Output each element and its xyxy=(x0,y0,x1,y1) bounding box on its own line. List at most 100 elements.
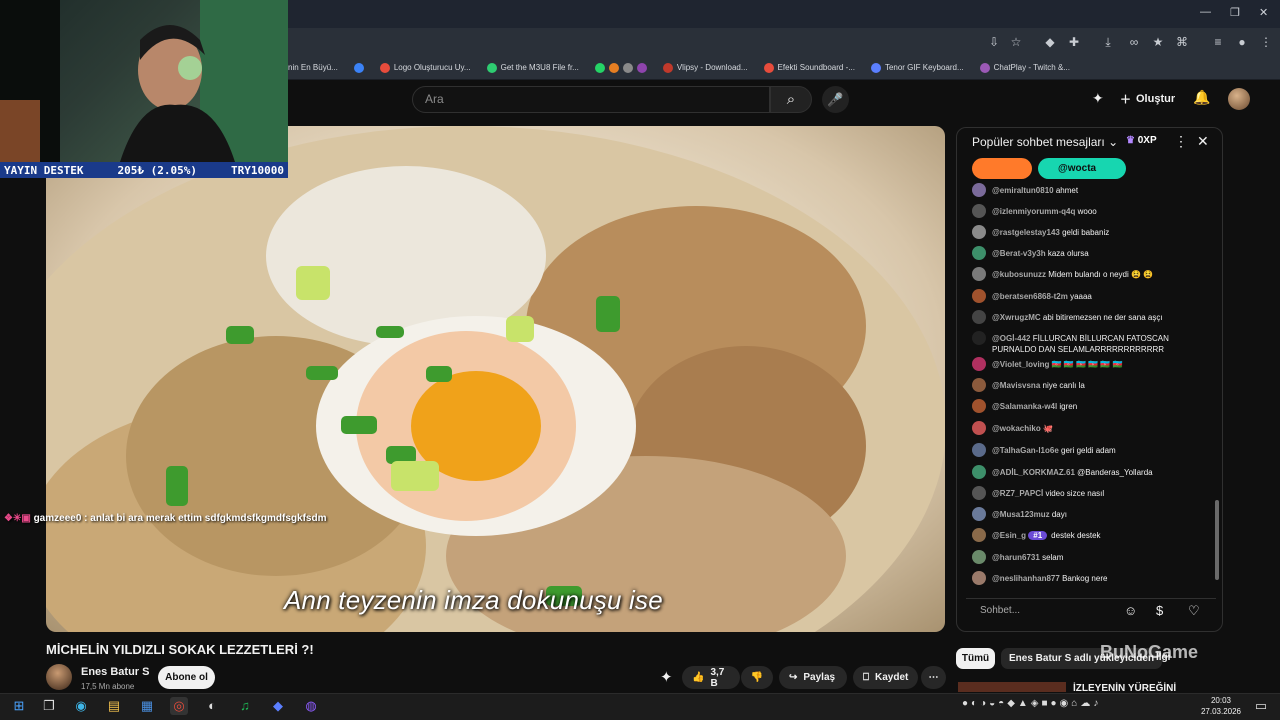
system-tray-icons[interactable]: ●◐◑◒◓◆▲◈■●◉⌂☁♪ xyxy=(962,698,1101,709)
profile-icon[interactable]: ● xyxy=(1234,34,1250,50)
translate-icon[interactable]: ⌘ xyxy=(1174,34,1190,50)
close-window-icon[interactable]: ✕ xyxy=(1259,6,1268,19)
chat-author-name[interactable]: @emiraltun0810 xyxy=(992,186,1054,195)
close-chat-icon[interactable]: ✕ xyxy=(1197,133,1209,150)
chat-author-name[interactable]: @Esin_g xyxy=(992,531,1026,540)
discord-icon[interactable]: ◍ xyxy=(302,697,320,715)
chat-author-name[interactable]: @Musa123muz xyxy=(992,510,1050,519)
chat-author-name[interactable]: @ADİL_KORKMAZ.61 xyxy=(992,468,1075,477)
channel-name[interactable]: Enes Batur S xyxy=(81,666,149,678)
chat-author-name[interactable]: @Salamanka-w4l xyxy=(992,402,1057,411)
like-button[interactable]: 👍 3,7 B xyxy=(682,666,740,689)
chat-author-avatar[interactable] xyxy=(972,331,986,345)
user-avatar[interactable] xyxy=(1228,88,1250,110)
chat-message[interactable]: @beratsen6868-t2m yaaaa xyxy=(966,289,1211,303)
dislike-button[interactable]: 👎 xyxy=(741,666,773,689)
chat-message[interactable]: @OGİ-442 FİLLURCAN BİLLURCAN FATOSCAN PU… xyxy=(966,331,1211,355)
chat-message[interactable]: @ADİL_KORKMAZ.61 @Banderas_Yollarda xyxy=(966,465,1211,479)
chat-author-avatar[interactable] xyxy=(972,486,986,500)
microphone-icon[interactable]: 🎤 xyxy=(822,86,849,113)
chat-message[interactable]: @izlenmiyorumm-q4q wooo xyxy=(966,204,1211,218)
bookmark-item[interactable] xyxy=(594,62,647,73)
store-icon[interactable]: ▦ xyxy=(138,697,156,715)
extension-icon[interactable]: ◆ xyxy=(1042,34,1058,50)
chat-author-avatar[interactable] xyxy=(972,571,986,585)
super-chat-icon[interactable]: $ xyxy=(1156,603,1163,618)
bookmark-item[interactable]: ChatPlay - Twitch &... xyxy=(979,62,1070,73)
emoji-icon[interactable]: ☺ xyxy=(1124,603,1137,618)
chat-message[interactable]: @RZ7_PAPCİ video sizce nasıl xyxy=(966,486,1211,500)
chat-mode-dropdown[interactable]: Popüler sohbet mesajları ⌄ xyxy=(972,135,1118,149)
chat-message[interactable]: @XwrugzMC abi bitiremezsen ne der sana a… xyxy=(966,310,1211,324)
pinned-supporters[interactable] xyxy=(972,158,1032,179)
chat-author-name[interactable]: @kubosunuzz xyxy=(992,270,1046,279)
ai-sparkle-icon[interactable]: ✦ xyxy=(660,668,673,686)
taskbar-clock[interactable]: 20:03 27.03.2026 xyxy=(1200,695,1242,717)
chat-author-avatar[interactable] xyxy=(972,550,986,564)
chat-author-avatar[interactable] xyxy=(972,443,986,457)
chat-author-avatar[interactable] xyxy=(972,225,986,239)
chat-author-avatar[interactable] xyxy=(972,183,986,197)
chat-author-avatar[interactable] xyxy=(972,310,986,324)
chat-author-name[interactable]: @Mavisvsna xyxy=(992,381,1040,390)
chat-author-avatar[interactable] xyxy=(972,246,986,260)
ai-sparkle-icon[interactable]: ✦ xyxy=(1092,90,1104,107)
reading-list-icon[interactable]: ≡ xyxy=(1210,34,1226,50)
chat-author-name[interactable]: @XwrugzMC xyxy=(992,313,1041,322)
chat-author-name[interactable]: @wokachiko xyxy=(992,424,1041,433)
chat-author-avatar[interactable] xyxy=(972,204,986,218)
obs-icon[interactable]: ◐ xyxy=(203,697,221,715)
notifications-bell-icon[interactable]: 🔔 xyxy=(1193,89,1210,106)
file-explorer-icon[interactable]: ▤ xyxy=(105,697,123,715)
chat-author-name[interactable]: @Berat-v3y3h xyxy=(992,249,1046,258)
heart-icon[interactable]: ♡ xyxy=(1188,603,1200,619)
chat-message[interactable]: @rastgelestay143 geldi babaniz xyxy=(966,225,1211,239)
chat-message[interactable]: @Mavisvsna niye canlı la xyxy=(966,378,1211,392)
chat-message[interactable]: @Musa123muz dayı xyxy=(966,507,1211,521)
chat-menu-icon[interactable]: ⋮ xyxy=(1174,133,1188,150)
chat-author-avatar[interactable] xyxy=(972,267,986,281)
search-input[interactable]: Ara xyxy=(412,86,770,113)
chat-author-avatar[interactable] xyxy=(972,507,986,521)
favorites-icon[interactable]: ★ xyxy=(1150,34,1166,50)
chat-scrollbar[interactable] xyxy=(1215,500,1219,580)
notification-center-icon[interactable]: ▭ xyxy=(1252,697,1270,715)
download-icon[interactable]: ⤓ xyxy=(1100,34,1116,50)
chat-author-name[interactable]: @beratsen6868-t2m xyxy=(992,292,1068,301)
chat-author-avatar[interactable] xyxy=(972,421,986,435)
chat-author-name[interactable]: @OGİ-442 xyxy=(992,334,1030,343)
app-icon[interactable]: ◆ xyxy=(269,697,287,715)
save-button[interactable]: ⎕ Kaydet xyxy=(853,666,918,689)
chat-author-name[interactable]: @Violet_loving xyxy=(992,360,1049,369)
bookmark-item[interactable]: nin En Büyü... xyxy=(288,63,338,72)
chat-message[interactable]: @Berat-v3y3h kaza olursa xyxy=(966,246,1211,260)
more-actions-button[interactable]: ⋯ xyxy=(921,666,946,689)
chrome-icon[interactable]: ◎ xyxy=(170,697,188,715)
recommendation-thumbnail[interactable] xyxy=(958,682,1066,692)
chat-author-name[interactable]: @harun6731 xyxy=(992,553,1040,562)
chat-author-avatar[interactable] xyxy=(972,465,986,479)
edge-icon[interactable]: ◉ xyxy=(72,697,90,715)
bookmark-item[interactable]: Vlipsy - Download... xyxy=(662,62,748,73)
chat-message[interactable]: @TalhaGan-l1o6e geri geldi adam xyxy=(966,443,1211,457)
chat-author-name[interactable]: @izlenmiyorumm-q4q xyxy=(992,207,1075,216)
puzzle-icon[interactable]: ✚ xyxy=(1066,34,1082,50)
share-button[interactable]: ↪ Paylaş xyxy=(779,666,847,689)
chip-all[interactable]: Tümü xyxy=(956,648,995,669)
chat-input[interactable]: Sohbet... xyxy=(972,600,1112,622)
install-icon[interactable]: ⇩ xyxy=(986,34,1002,50)
bookmark-item[interactable]: Get the M3U8 File fr... xyxy=(486,62,579,73)
chat-author-name[interactable]: @TalhaGan-l1o6e xyxy=(992,446,1059,455)
bookmark-item[interactable] xyxy=(353,62,364,73)
chat-message[interactable]: @Esin_g #1 destek destek xyxy=(966,528,1211,542)
spotify-icon[interactable]: ♫ xyxy=(236,697,254,715)
chat-message[interactable]: @Violet_loving 🇦🇿 🇦🇿 🇦🇿 🇦🇿 🇦🇿 🇦🇿 xyxy=(966,357,1211,371)
chat-message[interactable]: @kubosunuzz Midem bulandı o neydi 😫 😫 xyxy=(966,267,1211,281)
windows-start-icon[interactable]: ⊞ xyxy=(10,697,28,715)
chat-author-name[interactable]: @neslihanhan877 xyxy=(992,574,1060,583)
channel-avatar[interactable] xyxy=(46,664,72,690)
chat-message[interactable]: @neslihanhan877 Bankog nere xyxy=(966,571,1211,585)
xp-badge[interactable]: ♛ 0XP xyxy=(1126,135,1157,146)
chat-message[interactable]: @wokachiko 🐙 xyxy=(966,421,1211,435)
chat-author-avatar[interactable] xyxy=(972,528,986,542)
